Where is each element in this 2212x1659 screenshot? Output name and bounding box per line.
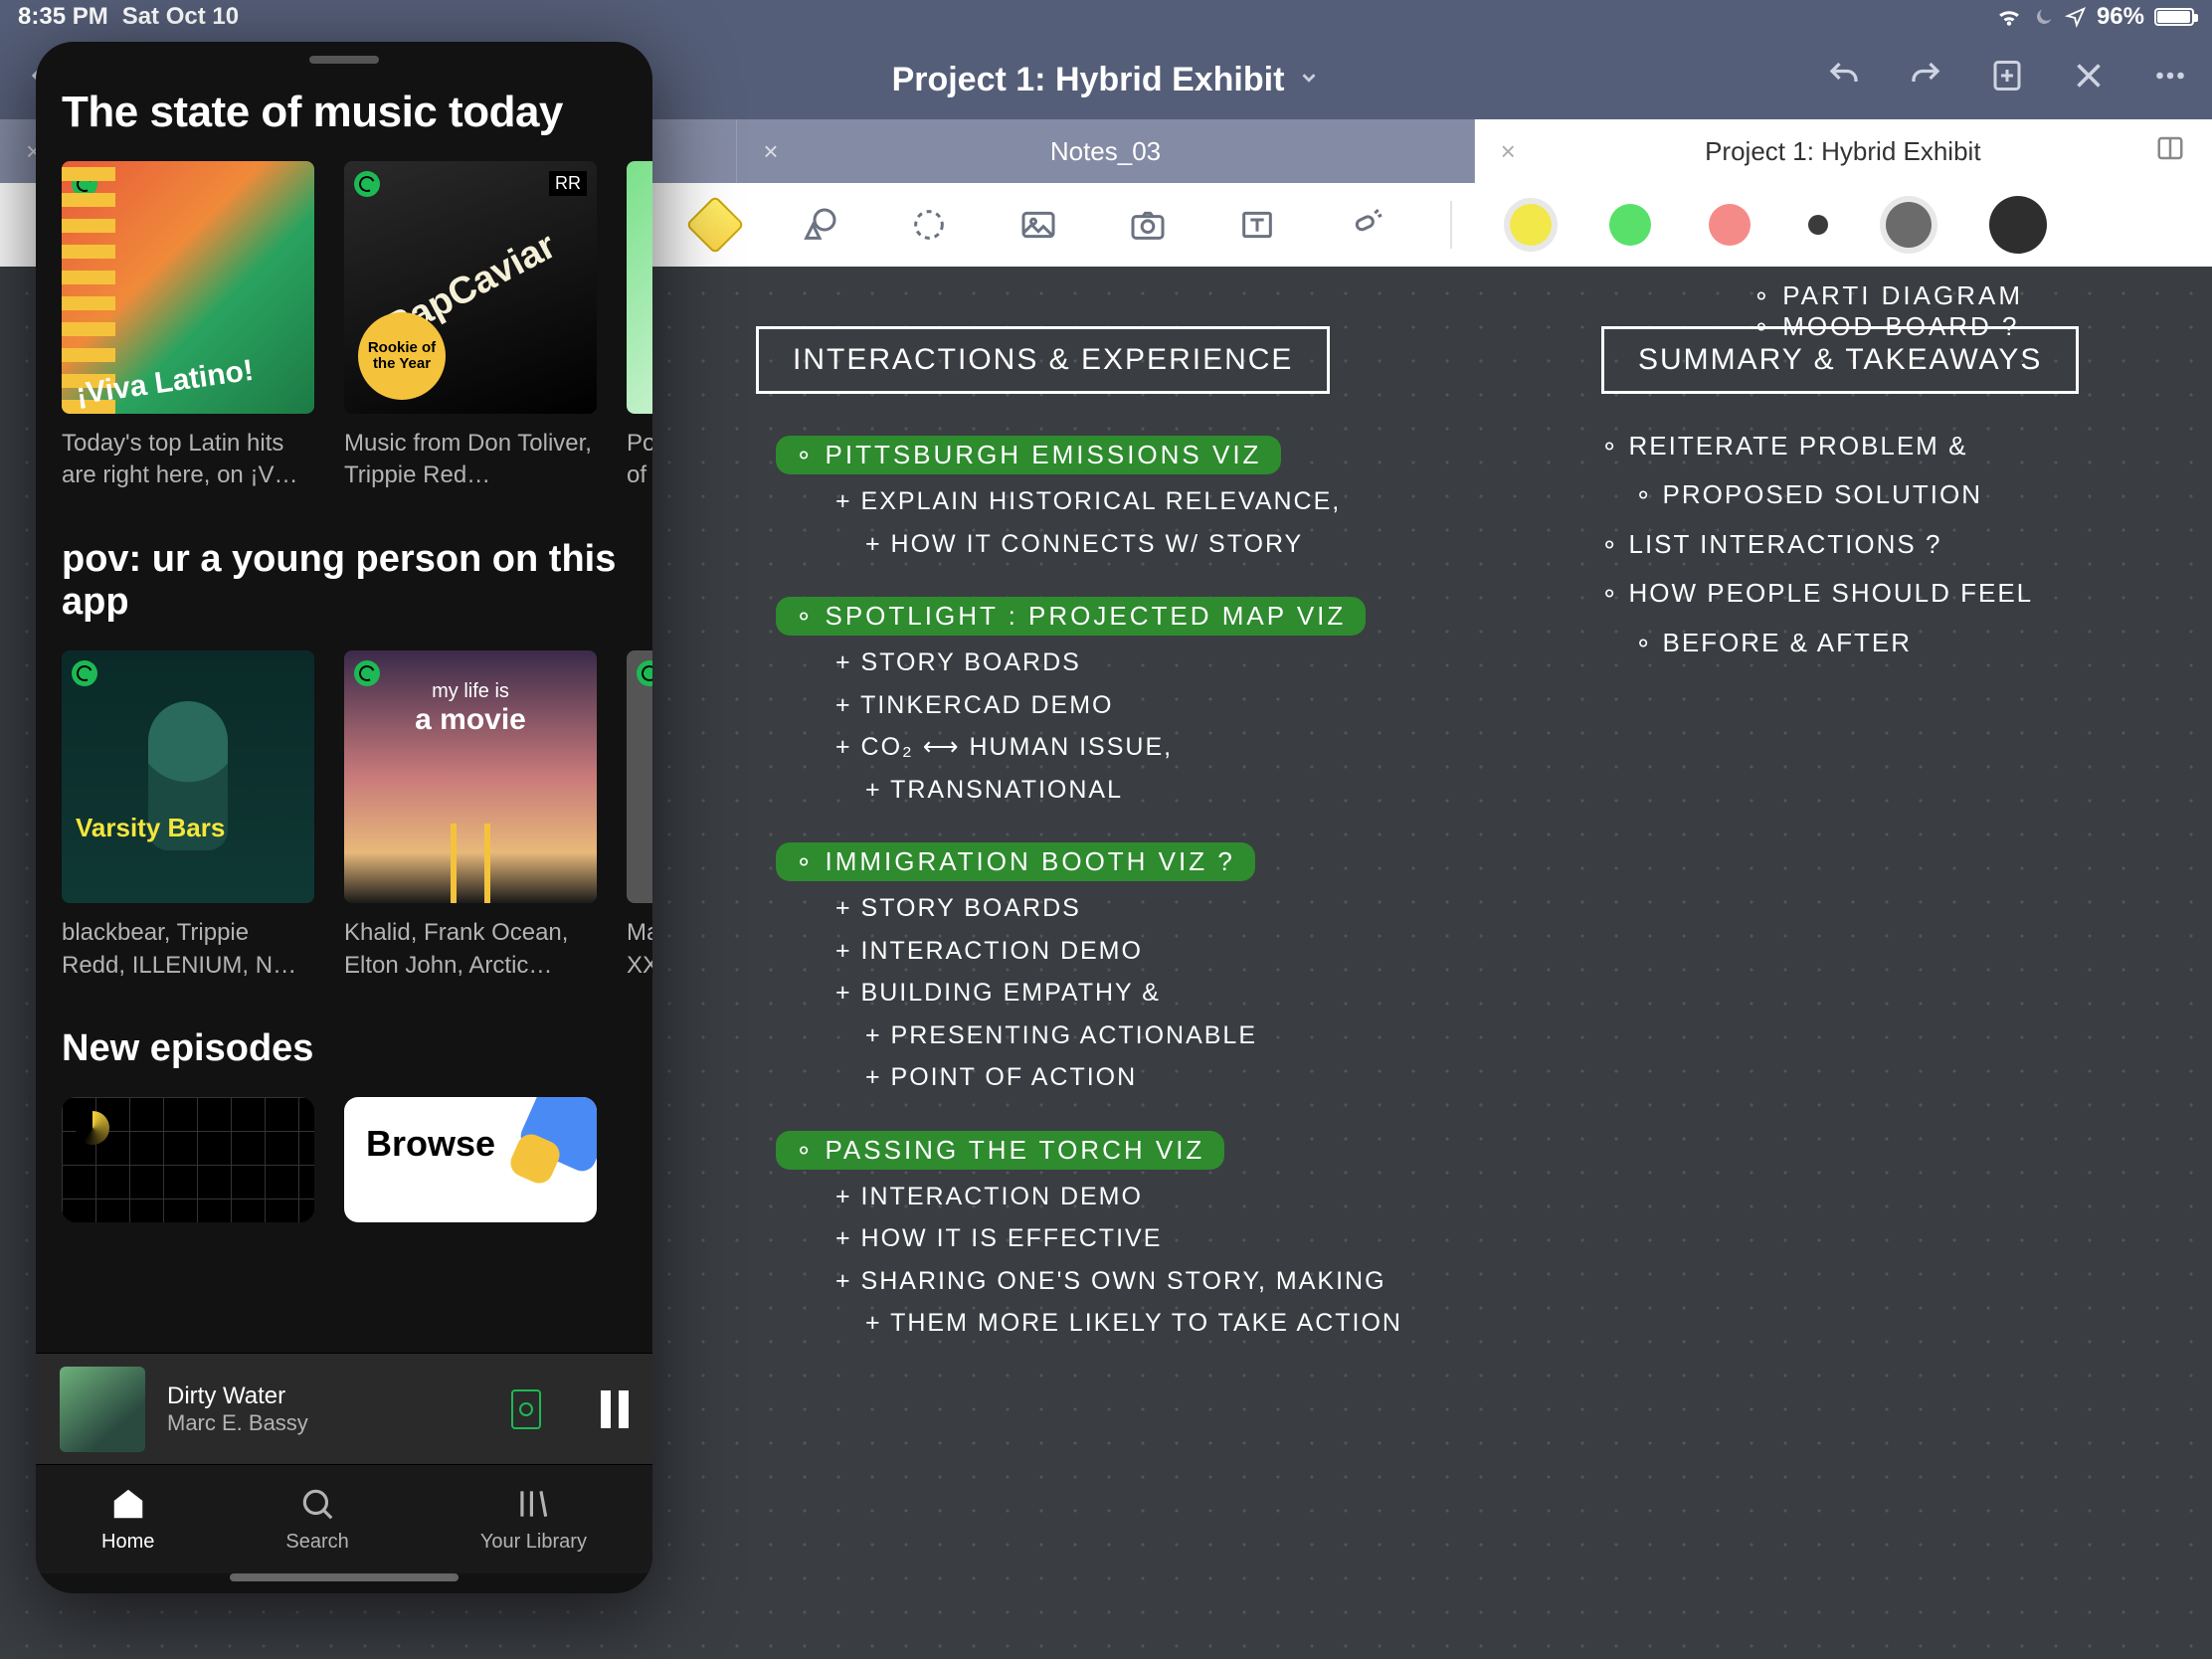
nav-library[interactable]: Your Library — [480, 1485, 587, 1554]
slideover-grabber[interactable] — [309, 56, 379, 64]
now-playing-artist: Marc E. Bassy — [167, 1410, 489, 1436]
wifi-icon — [1995, 6, 2023, 28]
section-heading: New episodes — [62, 1027, 627, 1071]
nav-search[interactable]: Search — [285, 1485, 348, 1554]
section-heading: pov: ur a young person on this app — [62, 538, 627, 625]
nav-home[interactable]: Home — [101, 1485, 154, 1554]
color-green[interactable] — [1609, 204, 1651, 246]
size-medium[interactable] — [1886, 202, 1932, 248]
image-tool[interactable] — [1013, 199, 1064, 251]
sticker-tool[interactable] — [1341, 199, 1392, 251]
toolbar-divider — [1450, 201, 1452, 249]
color-red[interactable] — [1709, 204, 1751, 246]
hl-immigration: IMMIGRATION BOOTH VIZ ? — [776, 842, 1255, 881]
more-button[interactable] — [2152, 58, 2188, 98]
status-time: 8:35 PM — [18, 3, 108, 31]
section-box-interactions: INTERACTIONS & EXPERIENCE — [756, 326, 1330, 394]
undo-button[interactable] — [1826, 58, 1862, 98]
card-caption: blackbear, Trippie Redd, ILLENIUM, N… — [62, 917, 314, 982]
spotify-logo-icon — [72, 660, 97, 686]
status-date: Sat Oct 10 — [122, 3, 239, 31]
size-large[interactable] — [1989, 196, 2047, 254]
document-title[interactable]: Project 1: Hybrid Exhibit — [892, 61, 1285, 99]
close-document-button[interactable] — [2071, 58, 2107, 98]
playlist-card-vivalatino[interactable]: ¡Viva Latino! Today's top Latin hits are… — [62, 161, 314, 492]
battery-icon — [2154, 8, 2194, 26]
browse-card[interactable]: Browse — [344, 1097, 597, 1222]
playlist-card-varsity[interactable]: Varsity Bars blackbear, Trippie Redd, IL… — [62, 650, 314, 982]
tab-label: Project 1: Hybrid Exhibit — [1705, 136, 1980, 167]
size-small[interactable] — [1808, 215, 1828, 235]
now-playing-cover[interactable] — [60, 1367, 145, 1452]
do-not-disturb-icon — [2033, 6, 2055, 28]
card-caption: Khalid, Frank Ocean, Elton John, Arctic… — [344, 917, 597, 982]
devices-icon[interactable] — [511, 1389, 541, 1429]
hl-spotlight: SPOTLIGHT : PROJECTED MAP VIZ — [776, 597, 1366, 636]
spotify-logo-icon — [354, 660, 380, 686]
pause-button[interactable] — [601, 1390, 629, 1428]
location-icon — [2065, 6, 2087, 28]
lasso-tool[interactable] — [903, 199, 955, 251]
chevron-down-icon[interactable] — [1298, 67, 1320, 93]
playlist-card-peek[interactable]: Po of t — [627, 161, 652, 492]
playlist-card-peek[interactable]: Ma XX — [627, 650, 652, 982]
home-indicator[interactable] — [230, 1573, 459, 1581]
now-playing-bar[interactable]: Dirty Water Marc E. Bassy — [36, 1353, 652, 1464]
battery-percent: 96% — [2097, 3, 2144, 31]
close-icon[interactable]: × — [1501, 136, 1516, 167]
close-icon[interactable]: × — [763, 136, 778, 167]
canvas-top-bullets: PARTI DIAGRAM MOOD BOARD ? — [1753, 280, 2023, 342]
status-bar: 8:35 PM Sat Oct 10 96% — [0, 0, 2212, 34]
spotify-slideover[interactable]: The state of music today ¡Viva Latino! T… — [36, 42, 652, 1593]
redo-button[interactable] — [1908, 58, 1943, 98]
section-heading: The state of music today — [62, 88, 627, 137]
add-page-button[interactable] — [1989, 58, 2025, 98]
card-caption: Today's top Latin hits are right here, o… — [62, 428, 314, 492]
color-yellow[interactable] — [1510, 204, 1552, 246]
spotify-scroll[interactable]: The state of music today ¡Viva Latino! T… — [36, 72, 652, 1353]
card-caption: Music from Don Toliver, Trippie Red… — [344, 428, 597, 492]
summary-bullets: REITERATE PROBLEM & PROPOSED SOLUTION LI… — [1601, 422, 2099, 667]
tab-label: Notes_03 — [1050, 136, 1161, 167]
spotify-nav: Home Search Your Library — [36, 1464, 652, 1573]
shape-tool[interactable] — [794, 199, 845, 251]
spotify-logo-icon — [354, 171, 380, 197]
hl-torch: PASSING THE TORCH VIZ — [776, 1131, 1224, 1170]
playlist-card-rapcaviar[interactable]: R​RRapCaviarRookie of the Year Music fro… — [344, 161, 597, 492]
now-playing-title: Dirty Water — [167, 1382, 489, 1410]
highlighter-tool[interactable] — [685, 195, 744, 254]
hl-emissions: PITTSBURGH EMISSIONS VIZ — [776, 436, 1281, 474]
playlist-card-movie[interactable]: my life isa movie Khalid, Frank Ocean, E… — [344, 650, 597, 982]
episode-card[interactable] — [62, 1097, 314, 1222]
camera-tool[interactable] — [1122, 199, 1174, 251]
tab-project1[interactable]: × Project 1: Hybrid Exhibit — [1475, 119, 2212, 183]
tab-notes03[interactable]: × Notes_03 — [737, 119, 1474, 183]
text-tool[interactable] — [1231, 199, 1283, 251]
split-view-icon[interactable] — [2155, 133, 2185, 170]
